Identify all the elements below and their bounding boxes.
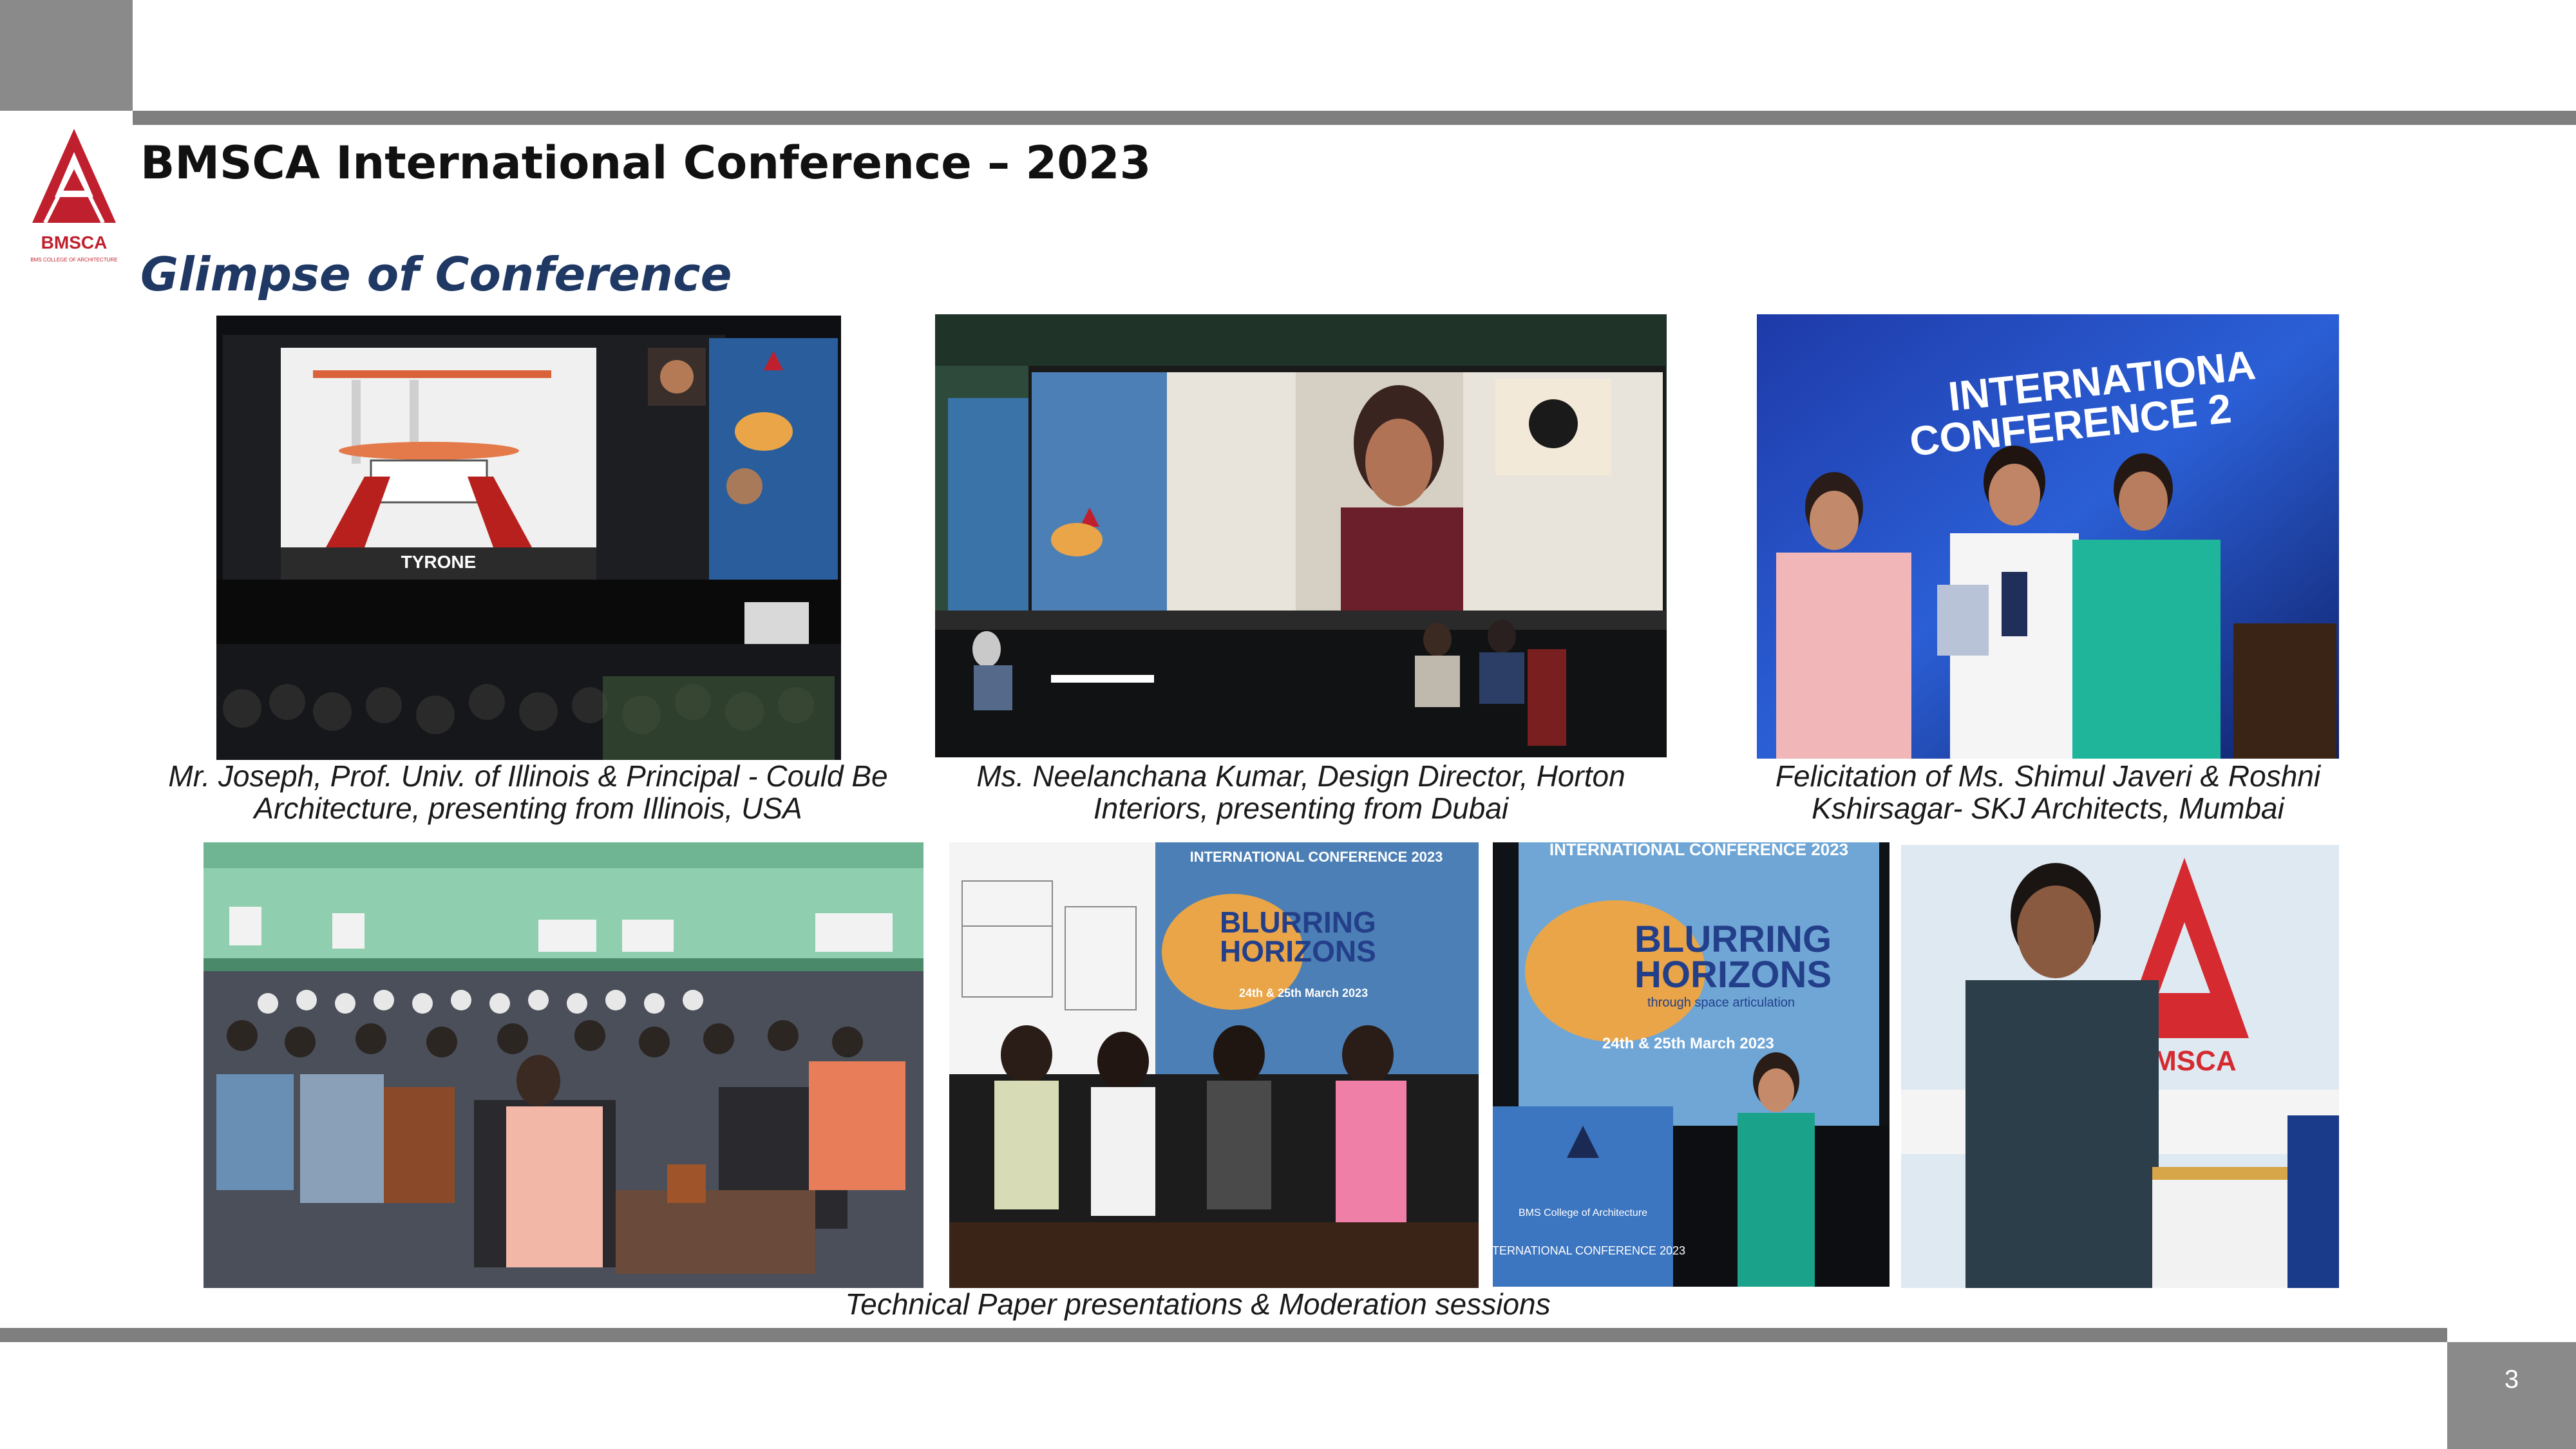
photo-felicitation: INTERNATIONA CONFERENCE 2 — [1757, 314, 2339, 759]
photo-remote-presentation-illinois: TYRONE — [216, 316, 841, 760]
logo-tagline: BMS COLLEGE OF ARCHITECTURE — [30, 257, 117, 263]
slide-subtitle: Glimpse of Conference — [140, 247, 732, 301]
bmsca-logo: BMSCA BMS COLLEGE OF ARCHITECTURE — [26, 126, 122, 268]
header-rule — [133, 111, 2576, 125]
banner-top-text: INTERNATIONAL CONFERENCE 2023 — [1549, 842, 1848, 859]
photo-remote-presentation-dubai — [935, 314, 1667, 757]
banner-tagline: through space articulation — [1647, 996, 1795, 1010]
slide-title: BMSCA International Conference – 2023 — [140, 137, 1151, 189]
page-number-block — [2447, 1342, 2576, 1449]
header-corner-block — [0, 0, 133, 111]
caption-technical-sessions: Technical Paper presentations & Moderati… — [845, 1287, 1551, 1321]
banner-top-text: INTERNATIONAL CONFERENCE 2023 — [1190, 849, 1443, 865]
page-number: 3 — [2504, 1365, 2519, 1394]
photo-moderation-panel: INTERNATIONAL CONFERENCE 2023 BLURRING H… — [949, 842, 1479, 1288]
banner-date-text: 24th & 25th March 2023 — [1239, 987, 1368, 999]
screen-name-text: TYRONE — [401, 552, 477, 572]
photo-speaker-podium: BMSCA — [1901, 845, 2339, 1288]
caption-photo-2: Ms. Neelanchana Kumar, Design Director, … — [976, 759, 1625, 825]
photo-paper-presenter: INTERNATIONAL CONFERENCE 2023 BLURRING H… — [1493, 842, 1889, 1287]
podium-line2: INTERNATIONAL CONFERENCE 2023 — [1493, 1244, 1685, 1257]
podium-line1: BMS College of Architecture — [1519, 1208, 1647, 1218]
caption-photo-3: Felicitation of Ms. Shimul Javeri & Rosh… — [1775, 759, 2321, 825]
caption-photo-1: Mr. Joseph, Prof. Univ. of Illinois & Pr… — [168, 759, 888, 825]
logo-text: BMSCA — [41, 232, 108, 252]
banner-date-text: 24th & 25th March 2023 — [1602, 1035, 1774, 1052]
banner-title-line2: HORIZONS — [1634, 954, 1832, 996]
footer-rule — [0, 1328, 2447, 1342]
photo-audience — [204, 842, 923, 1288]
banner-title-line2: HORIZONS — [1220, 934, 1376, 968]
